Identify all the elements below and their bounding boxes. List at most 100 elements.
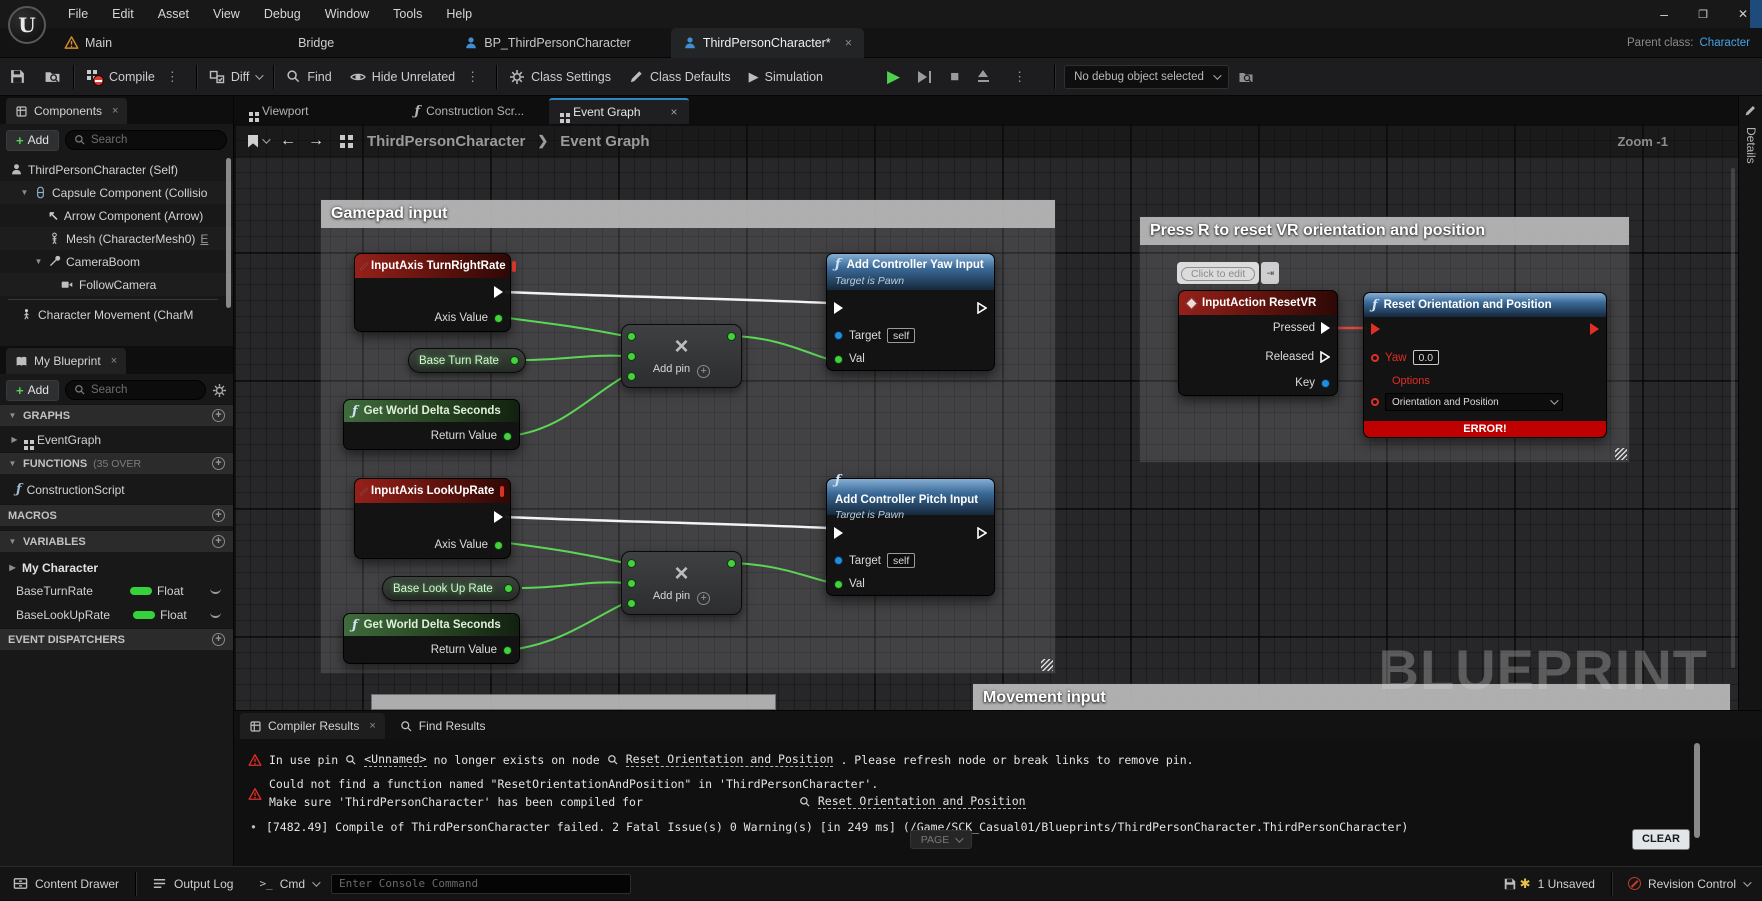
menu-file[interactable]: File (56, 0, 100, 28)
node-add-controller-yaw-input[interactable]: ƒAdd Controller Yaw Input Target is Pawn… (826, 253, 995, 371)
component-row-arrow[interactable]: ↖ Arrow Component (Arrow) (0, 204, 233, 227)
bubble-pin-icon[interactable]: ⇥ (1261, 262, 1279, 284)
construction-script-row[interactable]: ƒ ConstructionScript (0, 478, 233, 501)
target-pin[interactable] (834, 556, 843, 565)
axis-value-pin[interactable] (494, 314, 503, 323)
hide-unrelated-options-icon[interactable]: ⋮ (461, 69, 484, 85)
event-dispatchers-section-header[interactable]: EVENT DISPATCHERS + (0, 628, 233, 650)
tab-my-blueprint[interactable]: My Blueprint× (6, 348, 126, 374)
debug-browse-button[interactable] (1229, 58, 1263, 96)
tab-event-graph[interactable]: Event Graph × (549, 98, 688, 124)
graph-vertical-scrollbar[interactable] (1731, 168, 1735, 668)
tab-thirdpersoncharacter[interactable]: ThirdPersonCharacter* × (671, 28, 864, 58)
node-link[interactable]: Reset Orientation and Position (626, 752, 834, 767)
compile-button[interactable]: Compile ⋮ (77, 58, 193, 96)
add-dispatcher-icon[interactable]: + (212, 633, 225, 646)
breadcrumb-current[interactable]: Event Graph (560, 133, 649, 150)
clear-button[interactable]: CLEAR (1632, 829, 1690, 850)
exec-in-pin[interactable] (834, 302, 843, 314)
class-settings-button[interactable]: Class Settings (500, 58, 620, 96)
return-value-pin[interactable] (503, 646, 512, 655)
parent-class-link[interactable]: Character (1700, 37, 1751, 49)
comment-bubble[interactable]: Click to edit ⇥ (1177, 262, 1279, 284)
value-out-pin[interactable] (510, 356, 519, 365)
val-pin[interactable] (834, 355, 843, 364)
exec-out-pin[interactable] (977, 527, 987, 539)
add-pin-icon[interactable]: + (697, 592, 710, 605)
play-options-button[interactable]: ⋮ (999, 58, 1040, 96)
yaw-value-box[interactable]: 0.0 (1413, 350, 1440, 365)
window-close-button[interactable]: ✕ (1738, 7, 1748, 21)
return-value-pin[interactable] (503, 432, 512, 441)
graphs-section-header[interactable]: ▼GRAPHS + (0, 404, 233, 426)
close-icon[interactable]: × (671, 105, 678, 119)
eject-button[interactable] (968, 58, 999, 96)
menu-asset[interactable]: Asset (146, 0, 201, 28)
node-multiply[interactable]: × Add pin + (621, 551, 742, 615)
target-pin[interactable] (834, 331, 843, 340)
nav-back-button[interactable]: ← (280, 132, 296, 150)
play-button[interactable]: ▶ (878, 58, 909, 96)
node-link[interactable]: Reset Orientation and Position (818, 794, 1026, 809)
output-log-button[interactable]: Output Log (139, 867, 246, 901)
add-variable-icon[interactable]: + (212, 535, 225, 548)
mesh-edit-link[interactable]: E (200, 232, 208, 246)
target-self-box[interactable]: self (887, 328, 915, 343)
node-get-base-look-up-rate[interactable]: Base Look Up Rate (382, 576, 520, 601)
breadcrumb-root[interactable]: ThirdPersonCharacter (367, 133, 525, 150)
menu-view[interactable]: View (201, 0, 252, 28)
menu-tools[interactable]: Tools (381, 0, 434, 28)
node-multiply[interactable]: × Add pin + (621, 324, 742, 388)
components-scrollbar[interactable] (226, 158, 231, 308)
bookmark-dropdown[interactable] (248, 135, 268, 148)
compile-options-icon[interactable]: ⋮ (161, 69, 184, 85)
options-pin[interactable] (1371, 398, 1379, 406)
tab-close-icon[interactable]: × (845, 36, 852, 50)
menu-debug[interactable]: Debug (252, 0, 313, 28)
functions-section-header[interactable]: ▼FUNCTIONS (35 OVER + (0, 452, 233, 474)
my-blueprint-add-button[interactable]: +Add (6, 380, 59, 401)
node-link[interactable]: <Unnamed> (364, 752, 426, 767)
options-dropdown[interactable]: Orientation and Position (1385, 393, 1563, 411)
comment-gamepad-header[interactable]: Gamepad input (321, 200, 1055, 228)
frame-skip-button[interactable] (909, 58, 941, 96)
simulation-button[interactable]: ▶ Simulation (740, 58, 832, 96)
console-command-input[interactable] (339, 877, 623, 890)
console-command-box[interactable] (331, 874, 631, 894)
find-button[interactable]: Find (277, 58, 340, 96)
bridge-tab[interactable]: Bridge (298, 36, 334, 50)
node-get-base-turn-rate[interactable]: Base Turn Rate (408, 348, 526, 373)
component-row-self[interactable]: ThirdPersonCharacter (Self) (0, 158, 233, 181)
exec-out-pin[interactable] (977, 302, 987, 314)
node-inputaxis-turnrightrate[interactable]: InputAxis TurnRightRate Axis Value (354, 253, 511, 332)
menu-help[interactable]: Help (434, 0, 484, 28)
axis-value-pin[interactable] (494, 541, 503, 550)
key-pin[interactable] (1321, 379, 1330, 388)
macros-section-header[interactable]: MACROS + (0, 504, 233, 526)
window-minimize-button[interactable]: – (1660, 6, 1668, 22)
tab-construction-script[interactable]: ƒConstruction Scr... (403, 98, 535, 124)
component-row-cameraboom[interactable]: ▼ CameraBoom (0, 250, 233, 273)
close-icon[interactable]: × (112, 105, 118, 117)
add-pin-button[interactable]: Add pin (653, 590, 690, 602)
node-get-world-delta-seconds[interactable]: ƒGet World Delta Seconds Return Value (343, 399, 520, 450)
component-row-capsule[interactable]: ▼ Capsule Component (Collisio (0, 181, 233, 204)
exec-out-pin[interactable] (1590, 323, 1599, 335)
content-drawer-button[interactable]: Content Drawer (0, 867, 132, 901)
exec-in-pin[interactable] (834, 527, 843, 539)
window-maximize-button[interactable]: ❐ (1698, 8, 1708, 21)
value-out-pin[interactable] (504, 584, 513, 593)
debug-object-dropdown[interactable]: No debug object selected (1064, 65, 1229, 89)
event-graph-row[interactable]: ▶ EventGraph (0, 428, 233, 451)
node-inputaction-resetvr[interactable]: InputAction ResetVR Pressed Released Key (1178, 290, 1338, 396)
my-character-category-row[interactable]: ▶My Character (0, 556, 233, 579)
diff-button[interactable]: Diff (200, 58, 271, 96)
components-add-button[interactable]: +Add (6, 130, 59, 151)
my-blueprint-search-input[interactable] (91, 384, 197, 396)
components-search[interactable] (65, 130, 227, 150)
compiler-message-3[interactable]: • [7482.49] Compile of ThirdPersonCharac… (250, 820, 1408, 834)
tab-components[interactable]: Components× (6, 98, 127, 124)
save-button[interactable] (0, 58, 35, 96)
variables-section-header[interactable]: ▼VARIABLES + (0, 530, 233, 552)
eye-closed-icon[interactable] (210, 588, 221, 594)
